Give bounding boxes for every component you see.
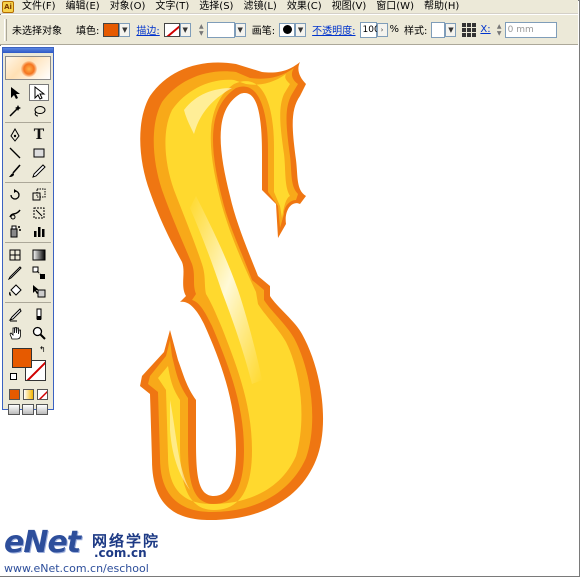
default-fill-stroke-icon[interactable] (10, 373, 17, 380)
lasso-tool-icon[interactable] (29, 102, 49, 119)
tools-panel-titlebar[interactable] (3, 48, 53, 53)
blend-tool-icon[interactable] (29, 264, 49, 281)
magic-wand-tool-icon[interactable] (5, 102, 25, 119)
color-mode-icon[interactable] (8, 389, 20, 400)
menu-file[interactable]: 文件(F) (17, 0, 61, 13)
menu-window[interactable]: 窗口(W) (371, 0, 419, 13)
tools-separator (5, 242, 51, 243)
type-tool-icon[interactable]: T (29, 126, 49, 143)
standard-screen-mode-icon[interactable] (8, 404, 20, 415)
x-spinner-icon[interactable]: ▲ ▼ (495, 22, 504, 38)
column-graph-tool-icon[interactable] (29, 222, 49, 239)
reference-point-icon[interactable] (462, 22, 477, 37)
menu-object[interactable]: 对象(O) (105, 0, 151, 13)
stroke-weight-dropdown-icon[interactable]: ▼ (234, 22, 246, 37)
eyedropper-tool-icon[interactable] (5, 264, 25, 281)
document-canvas[interactable] (0, 46, 578, 576)
stroke-weight-spinner-icon[interactable]: ▲ ▼ (197, 22, 206, 38)
live-paint-selection-tool-icon[interactable] (29, 282, 49, 299)
fill-color-box[interactable] (12, 348, 32, 368)
screen-mode-row (3, 404, 53, 415)
pen-tool-icon[interactable] (5, 126, 25, 143)
opacity-label-link[interactable]: 不透明度: (312, 22, 355, 37)
menu-select[interactable]: 选择(S) (194, 0, 238, 13)
brush-label: 画笔: (251, 26, 276, 37)
free-transform-tool-icon[interactable] (29, 204, 49, 221)
opacity-percent: % (389, 24, 400, 35)
illustrator-flower-logo (5, 56, 51, 80)
pencil-tool-icon[interactable] (29, 162, 49, 179)
rotate-tool-icon[interactable] (5, 186, 25, 203)
direct-selection-tool-icon[interactable] (29, 84, 49, 101)
x-field[interactable]: 0 mm (504, 21, 557, 38)
swap-fill-stroke-icon[interactable]: ↰ (39, 345, 46, 354)
scale-tool-icon[interactable] (29, 186, 49, 203)
control-bar: 未选择对象 填色: ▼ 描边: ▼ ▲ ▼ ▼ 画笔: ▼ 不透明度: 100 ›… (0, 15, 578, 45)
fill-stroke-selector: ↰ (6, 345, 50, 385)
mesh-tool-icon[interactable] (5, 246, 25, 263)
x-label-link[interactable]: X: (480, 24, 490, 35)
full-screen-menu-mode-icon[interactable] (22, 404, 34, 415)
tools-separator (5, 182, 51, 183)
full-screen-mode-icon[interactable] (36, 404, 48, 415)
tools-separator (5, 122, 51, 123)
stroke-label-link[interactable]: 描边: (136, 22, 159, 37)
stroke-none-swatch[interactable] (163, 22, 180, 37)
fill-dropdown-icon[interactable]: ▼ (119, 22, 131, 37)
opacity-arrow-icon[interactable]: › (376, 22, 388, 37)
brush-swatch[interactable] (279, 22, 296, 37)
enet-watermark: eNet 网络学院 .com.cn www.eNet.com.cn/eschoo… (4, 525, 158, 576)
tools-panel: T ↰ (2, 47, 54, 415)
selection-status: 未选择对象 (12, 26, 62, 37)
paintbrush-tool-icon[interactable] (5, 162, 25, 179)
menu-effect[interactable]: 效果(C) (282, 0, 327, 13)
menu-type[interactable]: 文字(T) (150, 0, 194, 13)
style-label: 样式: (404, 26, 428, 37)
style-dropdown-icon[interactable]: ▼ (445, 22, 457, 37)
menu-help[interactable]: 帮助(H) (419, 0, 464, 13)
zoom-tool-icon[interactable] (29, 324, 49, 341)
warp-tool-icon[interactable] (5, 204, 25, 221)
stroke-dropdown-icon[interactable]: ▼ (179, 22, 191, 37)
symbol-sprayer-tool-icon[interactable] (5, 222, 25, 239)
fill-label: 填色: (76, 26, 100, 37)
color-mode-row (3, 389, 53, 400)
hand-tool-icon[interactable] (5, 324, 25, 341)
brush-dropdown-icon[interactable]: ▼ (295, 22, 307, 37)
slice-tool-icon[interactable] (5, 306, 25, 323)
eraser-tool-icon[interactable] (29, 306, 49, 323)
menu-filter[interactable]: 滤镜(L) (238, 0, 281, 13)
opacity-field[interactable]: 100 (359, 21, 380, 38)
gradient-tool-icon[interactable] (29, 246, 49, 263)
gradient-mode-icon[interactable] (22, 389, 34, 400)
tools-separator (5, 302, 51, 303)
control-bar-grip[interactable] (4, 18, 7, 41)
menu-bar: Ai 文件(F) 编辑(E) 对象(O) 文字(T) 选择(S) 滤镜(L) 效… (0, 0, 578, 14)
enet-domain-suffix: .com.cn (94, 546, 147, 560)
letter-s-artwork[interactable] (0, 46, 578, 576)
enet-url: www.eNet.com.cn/eschool (4, 562, 149, 575)
live-paint-bucket-tool-icon[interactable] (5, 282, 25, 299)
menu-edit[interactable]: 编辑(E) (61, 0, 105, 13)
selection-tool-icon[interactable] (5, 84, 25, 101)
app-logo-icon: Ai (2, 0, 14, 13)
fill-swatch[interactable] (103, 22, 120, 37)
stroke-weight-field[interactable] (206, 21, 235, 38)
style-swatch[interactable] (431, 21, 446, 38)
tools-grid: T (3, 82, 53, 343)
rectangle-tool-icon[interactable] (29, 144, 49, 161)
none-mode-icon[interactable] (36, 389, 48, 400)
menu-view[interactable]: 视图(V) (327, 0, 372, 13)
line-segment-tool-icon[interactable] (5, 144, 25, 161)
enet-logo: eNet (4, 525, 81, 560)
